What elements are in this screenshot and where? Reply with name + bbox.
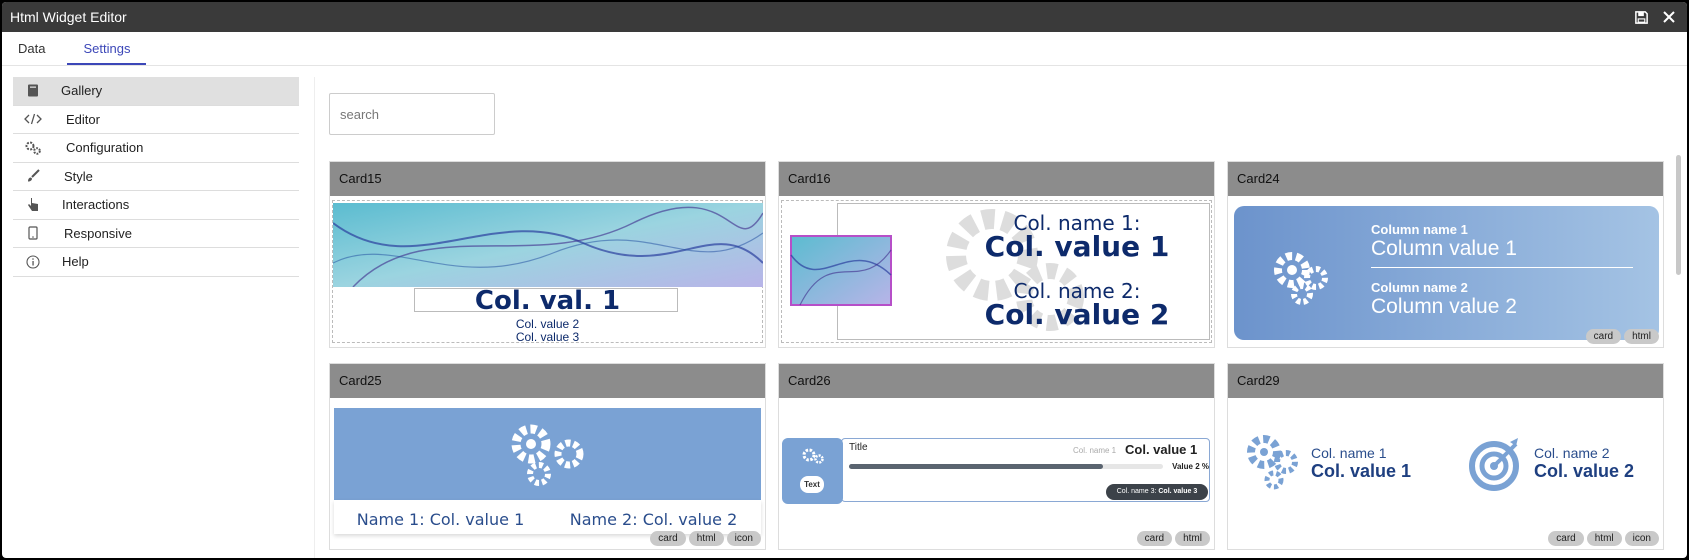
gears-icon <box>1274 252 1328 305</box>
gallery-card-card26[interactable]: Card26 Text Title Col. name 1 Col. value… <box>778 363 1215 550</box>
window-title: Html Widget Editor <box>10 9 127 25</box>
card16-value1: Col. value 1 <box>984 230 1170 263</box>
mobile-icon <box>13 226 53 240</box>
tag-list: card html <box>1136 531 1210 546</box>
card26-name1: Col. name 1 <box>1073 446 1117 455</box>
gallery-card-card16[interactable]: Card16 Col. name 1: Col. value 1 Col. na… <box>778 161 1215 348</box>
tag: html <box>688 531 724 546</box>
html-widget-editor-window: Html Widget Editor Data Settings Gallery <box>2 2 1687 558</box>
tab-data[interactable]: Data <box>8 41 55 65</box>
sidebar-item-label: Help <box>62 254 89 270</box>
gallery-card-card29[interactable]: Card29 Col. name 1 Col. value 1 Col. nam… <box>1227 363 1664 550</box>
save-button[interactable] <box>1627 3 1655 31</box>
sidebar-item-label: Gallery <box>61 83 103 99</box>
tag-list: card html icon <box>1548 531 1659 546</box>
gallery-card-card15[interactable]: Card15 Col. val. 1 Col. value 2 Col. val… <box>329 161 766 348</box>
divider <box>1371 267 1633 268</box>
card-title: Card24 <box>1228 162 1663 196</box>
card26-name3: Col. name 3: <box>1116 488 1157 495</box>
card26-pill: Col. name 3: Col. value 3 <box>1106 484 1208 500</box>
sidebar-item-label: Responsive <box>64 225 132 241</box>
tag: card <box>1136 531 1173 546</box>
card15-value2: Col. value 2 <box>515 317 580 331</box>
card29-value2: Col. value 2 <box>1534 461 1635 481</box>
card15-value3: Col. value 3 <box>515 330 580 344</box>
card-title: Card25 <box>330 364 765 398</box>
tag: card <box>1585 329 1622 344</box>
gallery-card-card24[interactable]: Card24 Column name 1 Column value 1 Colu… <box>1227 161 1664 348</box>
card-title: Card15 <box>330 162 765 196</box>
gears-icon <box>802 448 824 464</box>
tag: html <box>1624 329 1659 344</box>
card29-value1: Col. value 1 <box>1311 461 1412 481</box>
card-title: Card29 <box>1228 364 1663 398</box>
sidebar-item-interactions[interactable]: Interactions <box>13 191 299 220</box>
sidebar: Gallery Editor Configuration Style Inter… <box>13 77 299 277</box>
tab-bar: Data Settings <box>2 32 1687 66</box>
tag: icon <box>1624 531 1659 546</box>
gallery-card-card25[interactable]: Card25 Name 1: Col. value 1 Name 2: Col.… <box>329 363 766 550</box>
sidebar-item-label: Editor <box>66 111 100 127</box>
sidebar-item-editor[interactable]: Editor <box>13 106 299 134</box>
sidebar-item-style[interactable]: Style <box>13 163 299 191</box>
code-icon <box>13 113 53 125</box>
brush-icon <box>13 169 53 183</box>
tag: card <box>1548 531 1584 546</box>
tag: html <box>1586 531 1622 546</box>
card26-value3: Col. value 3 <box>1158 488 1198 495</box>
card25-left-value: Name 1: Col. value 1 <box>356 510 525 529</box>
info-icon <box>13 255 53 269</box>
gears-icon <box>13 141 53 155</box>
sidebar-item-label: Style <box>64 168 93 184</box>
gears-icon <box>1247 435 1298 490</box>
card26-chip: Text <box>800 476 824 493</box>
card26-value2: Value 2 % <box>1172 462 1209 471</box>
tag: card <box>650 531 686 546</box>
title-bar: Html Widget Editor <box>2 2 1687 32</box>
card-title: Card16 <box>779 162 1214 196</box>
sidebar-item-configuration[interactable]: Configuration <box>13 134 299 163</box>
tag: icon <box>726 531 761 546</box>
thumbnail-image <box>790 235 892 306</box>
scrollbar[interactable] <box>1676 155 1681 275</box>
card25-right-value: Name 2: Col. value 2 <box>569 510 738 529</box>
card29-name1: Col. name 1 <box>1311 445 1387 461</box>
abstract-image <box>333 203 763 287</box>
card15-main-value: Col. val. 1 <box>474 286 621 316</box>
card24-value1: Column value 1 <box>1371 237 1517 260</box>
book-icon <box>13 84 53 97</box>
gallery-panel: Card15 Col. val. 1 Col. value 2 Col. val… <box>314 77 1687 558</box>
pointer-hand-icon <box>13 197 53 212</box>
card29-name2: Col. name 2 <box>1534 445 1610 461</box>
tag-list: card html icon <box>650 531 761 546</box>
card26-heading: Title <box>849 442 868 453</box>
tab-settings[interactable]: Settings <box>67 41 147 65</box>
sidebar-item-responsive[interactable]: Responsive <box>13 220 299 248</box>
card16-value2: Col. value 2 <box>984 298 1170 331</box>
card24-name2: Column name 2 <box>1371 280 1468 295</box>
sidebar-item-help[interactable]: Help <box>13 248 299 277</box>
close-icon <box>1663 11 1675 23</box>
gears-icon <box>511 424 584 486</box>
sidebar-item-label: Configuration <box>66 140 144 156</box>
sidebar-item-gallery[interactable]: Gallery <box>13 77 299 106</box>
target-icon <box>1469 438 1519 491</box>
search-input[interactable] <box>329 93 495 135</box>
progress-fill <box>849 464 1103 469</box>
tag: html <box>1175 531 1210 546</box>
sidebar-item-label: Interactions <box>62 197 130 213</box>
close-button[interactable] <box>1655 3 1683 31</box>
card26-value1: Col. value 1 <box>1125 442 1198 457</box>
tag-list: card html <box>1585 329 1659 344</box>
card-title: Card26 <box>779 364 1214 398</box>
save-icon <box>1634 10 1648 24</box>
card24-value2: Column value 2 <box>1371 295 1517 318</box>
card24-name1: Column name 1 <box>1371 222 1468 237</box>
